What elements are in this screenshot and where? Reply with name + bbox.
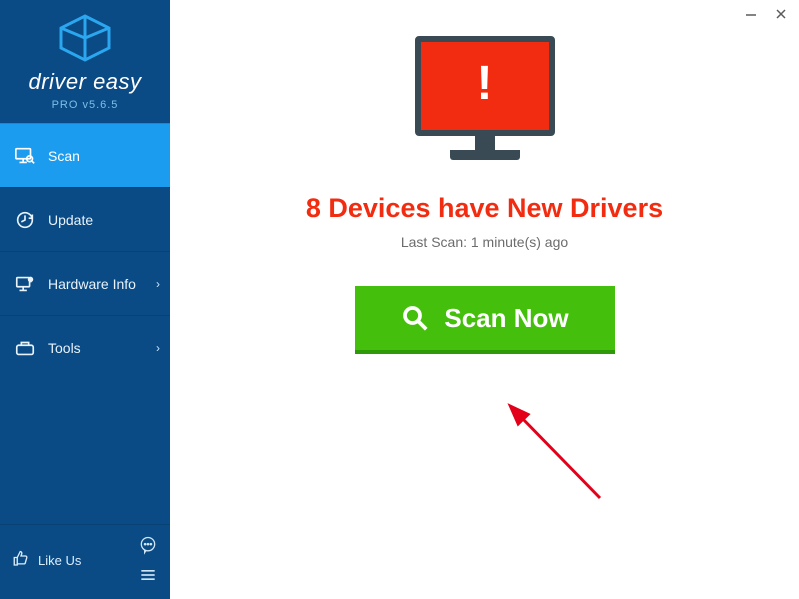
- hardware-info-icon: i: [14, 273, 36, 295]
- brand-logo-icon: [57, 14, 113, 67]
- sidebar: driver easy PRO v5.6.5 Scan: [0, 0, 170, 599]
- annotation-arrow-icon: [490, 398, 620, 518]
- search-icon: [400, 303, 430, 333]
- brand-block: driver easy PRO v5.6.5: [0, 0, 170, 123]
- chevron-right-icon: ›: [156, 341, 160, 355]
- close-button[interactable]: [771, 4, 791, 24]
- scan-now-label: Scan Now: [444, 303, 568, 334]
- alert-monitor-graphic: !: [410, 36, 560, 171]
- minimize-button[interactable]: [741, 4, 761, 24]
- brand-name: driver easy: [28, 69, 141, 95]
- update-icon: [14, 209, 36, 231]
- app-window: driver easy PRO v5.6.5 Scan: [0, 0, 799, 599]
- sidebar-item-label: Update: [48, 212, 93, 228]
- sidebar-item-tools[interactable]: Tools ›: [0, 315, 170, 379]
- menu-icon[interactable]: [138, 565, 158, 585]
- last-scan-text: Last Scan: 1 minute(s) ago: [401, 234, 568, 250]
- feedback-icon[interactable]: [138, 535, 158, 555]
- window-controls: [741, 4, 791, 24]
- headline-text: 8 Devices have New Drivers: [306, 193, 663, 224]
- sidebar-item-label: Scan: [48, 148, 80, 164]
- sidebar-item-label: Tools: [48, 340, 81, 356]
- brand-subtitle: PRO v5.6.5: [52, 99, 119, 111]
- chevron-right-icon: ›: [156, 277, 160, 291]
- sidebar-item-hardware-info[interactable]: i Hardware Info ›: [0, 251, 170, 315]
- sidebar-bottom: Like Us: [0, 524, 170, 599]
- thumbs-up-icon: [12, 550, 30, 571]
- like-us-label: Like Us: [38, 553, 81, 568]
- tools-icon: [14, 337, 36, 359]
- sidebar-bottom-right: [138, 535, 158, 585]
- svg-text:i: i: [30, 277, 31, 282]
- like-us-button[interactable]: Like Us: [12, 550, 81, 571]
- monitor-scan-icon: [14, 145, 36, 167]
- main-content: ! 8 Devices have New Drivers Last Scan: …: [170, 0, 799, 599]
- scan-now-button[interactable]: Scan Now: [355, 286, 615, 354]
- sidebar-item-update[interactable]: Update: [0, 187, 170, 251]
- sidebar-item-scan[interactable]: Scan: [0, 123, 170, 187]
- exclamation-icon: !: [477, 56, 493, 111]
- nav: Scan Update: [0, 123, 170, 379]
- sidebar-item-label: Hardware Info: [48, 276, 136, 292]
